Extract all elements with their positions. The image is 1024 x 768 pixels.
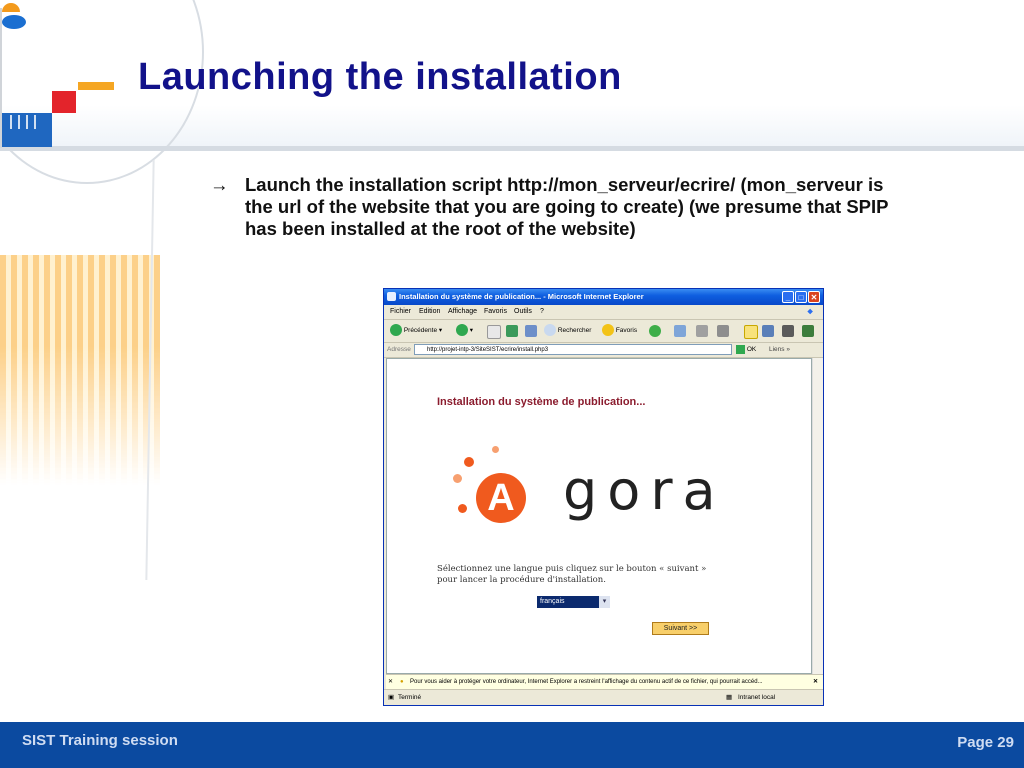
status-page-icon: ▣ (388, 694, 395, 701)
minimize-button[interactable]: _ (782, 291, 794, 303)
language-value: français (540, 598, 565, 605)
address-bar: Adresse http://projet-intp-3/SiteSIST/ec… (384, 343, 823, 358)
links-button[interactable]: Liens » (769, 346, 790, 353)
forward-arrow-icon (456, 324, 468, 337)
browser-menubar: Fichier Edition Affichage Favoris Outils… (384, 306, 823, 320)
menu-favoris[interactable]: Favoris (484, 308, 507, 315)
menu-outils[interactable]: Outils (514, 308, 532, 315)
status-bar: ▣ Terminé ▦ Intranet local (384, 689, 823, 706)
mail-icon[interactable] (674, 325, 686, 337)
search-button[interactable]: Rechercher (544, 324, 591, 338)
decorative-stripes (0, 255, 160, 485)
logo-red-square (52, 91, 76, 113)
instruction-line-2: pour lancer la procédure d'installation. (437, 575, 606, 585)
chevron-down-icon: ▾ (599, 596, 610, 608)
links-label: Liens (769, 346, 785, 353)
status-text: Terminé (398, 694, 422, 701)
messenger-icon[interactable] (762, 325, 774, 337)
address-input[interactable]: http://projet-intp-3/SiteSIST/ecrire/ins… (414, 344, 732, 355)
back-arrow-icon (390, 324, 402, 337)
instruction-line-1: Sélectionnez une langue puis cliquez sur… (437, 564, 707, 574)
logo-dot (453, 474, 462, 483)
close-info-icon[interactable]: ✕ (388, 675, 393, 689)
info-bar[interactable]: ✕ ● Pour vous aider à protéger votre ord… (386, 674, 823, 689)
tools-icon[interactable] (802, 325, 814, 337)
slide-footer: SIST Training session Page 29 (0, 722, 1024, 768)
menu-help[interactable]: ? (540, 308, 544, 315)
logo-dot (492, 446, 499, 453)
logo-dot (464, 457, 474, 467)
refresh-icon[interactable] (506, 325, 518, 337)
go-arrow-icon (736, 345, 745, 354)
ie-icon (387, 292, 396, 301)
agora-logo-a: A (476, 473, 526, 523)
intranet-icon: ▦ (726, 694, 733, 701)
back-button[interactable]: Précédente ▾ (390, 324, 442, 338)
logo-orange-bar (78, 82, 114, 90)
edit-icon[interactable] (717, 325, 729, 337)
media-icon[interactable] (782, 325, 794, 337)
footer-session: SIST Training session (22, 732, 178, 749)
browser-window-title: Installation du système de publication..… (399, 292, 644, 301)
logo-white-bars (10, 115, 40, 129)
address-label: Adresse (387, 346, 411, 353)
menu-fichier[interactable]: Fichier (390, 308, 411, 315)
vertical-scrollbar[interactable] (812, 358, 823, 674)
close-button[interactable]: ✕ (808, 291, 820, 303)
page-number: Page 29 (957, 734, 1014, 751)
go-label: OK (746, 346, 757, 354)
browser-titlebar: Installation du système de publication..… (384, 289, 823, 305)
menu-affichage[interactable]: Affichage (448, 308, 477, 315)
language-select[interactable]: français ▾ (537, 596, 610, 608)
browser-content: Installation du système de publication..… (386, 358, 812, 674)
search-icon (544, 324, 556, 337)
menu-edition[interactable]: Edition (419, 308, 440, 315)
slide-title: Launching the installation (138, 56, 622, 98)
shield-icon: ● (400, 679, 404, 685)
close-icon[interactable]: ✕ (813, 675, 818, 689)
header-divider (0, 146, 1024, 151)
stop-icon[interactable] (487, 325, 501, 339)
home-icon[interactable] (525, 325, 537, 337)
install-heading: Installation du système de publication..… (437, 396, 646, 408)
agora-logo-word: gora (563, 459, 726, 522)
info-bar-text: Pour vous aider à protéger votre ordinat… (410, 679, 763, 685)
bullet-arrow: → (210, 174, 229, 195)
folder-icon[interactable] (744, 325, 758, 339)
favorites-label: Favoris (615, 327, 638, 334)
logo-dot (458, 504, 467, 513)
windows-flag-icon: ❖ (807, 309, 814, 316)
print-icon[interactable] (696, 325, 708, 337)
history-icon[interactable] (649, 325, 661, 337)
logo-blue-shape (2, 15, 26, 29)
zone-text: Intranet local (738, 694, 776, 701)
maximize-button[interactable]: □ (795, 291, 807, 303)
star-icon (602, 324, 614, 337)
browser-toolbar: Précédente ▾ ▾ Rechercher Favoris (384, 320, 823, 343)
next-button[interactable]: Suivant >> (652, 622, 709, 635)
back-label: Précédente (403, 327, 438, 334)
browser-window: Installation du système de publication..… (383, 288, 824, 706)
language-instructions: Sélectionnez une langue puis cliquez sur… (437, 564, 737, 586)
favorites-button[interactable]: Favoris (602, 324, 637, 338)
logo-gray-line (0, 8, 2, 148)
search-label: Rechercher (557, 327, 592, 334)
bullet-text: Launch the installation script http://mo… (245, 174, 889, 239)
go-button[interactable]: OK (736, 345, 756, 354)
forward-button[interactable]: ▾ (456, 324, 473, 338)
